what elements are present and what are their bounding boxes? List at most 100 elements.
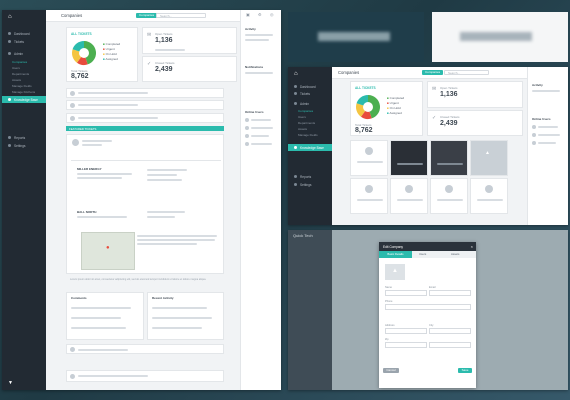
map-pin-icon: ●	[106, 245, 110, 251]
comments-card: Comments	[66, 292, 144, 340]
check-icon: ✓	[147, 61, 152, 67]
country-select[interactable]	[429, 342, 471, 348]
tab-basic-details[interactable]: Basic Details	[379, 251, 412, 258]
company-card[interactable]: ▲	[470, 140, 508, 176]
closed-tickets-card: ✓ Closed Tickets 2,439	[427, 110, 523, 136]
ticket-row[interactable]	[66, 113, 224, 123]
settings-icon	[8, 144, 11, 147]
ticket-icon: ✉	[147, 32, 152, 38]
tab-assets[interactable]: Assets	[451, 251, 459, 258]
company-card[interactable]	[470, 178, 508, 214]
calendar-icon[interactable]: ▣	[246, 13, 250, 17]
close-icon[interactable]: ×	[471, 244, 473, 249]
sidebar-item-dashboard[interactable]: Dashboard	[288, 83, 332, 90]
city-field[interactable]	[429, 328, 471, 334]
check-icon: ✓	[432, 115, 437, 121]
gear-icon[interactable]: ⚙	[258, 13, 262, 17]
ticket-row[interactable]	[66, 88, 224, 98]
sidebar-item-dashboard[interactable]: Dashboard	[2, 30, 46, 37]
company-title-2: BALL NORTH	[77, 210, 97, 214]
zip-field[interactable]	[385, 342, 427, 348]
cancel-button[interactable]: Cancel	[383, 368, 399, 373]
sidebar-item-knowledge-base[interactable]: Knowledge Base	[2, 96, 46, 103]
topbar: Companies Companies Search...	[332, 67, 528, 79]
admin-icon	[8, 52, 11, 55]
sidebar-sub-companies[interactable]: Companies	[12, 60, 27, 64]
topbar: Companies Companies Search...	[46, 10, 241, 22]
page-title: Companies	[61, 13, 83, 18]
sidebar: ⌂ Dashboard Tickets Admin Companies User…	[288, 67, 332, 225]
sidebar-sub-manage-fields[interactable]: Manage Fields	[12, 84, 32, 88]
reports-icon	[8, 136, 11, 139]
phone-field[interactable]	[385, 304, 471, 310]
blurred-tile	[432, 12, 568, 62]
sidebar-item-reports[interactable]: Reports	[2, 134, 46, 141]
sidebar-sub-manage-kitchens[interactable]: Manage Kitchens	[12, 90, 35, 94]
sidebar-item-admin[interactable]: Admin	[288, 100, 332, 107]
tab-users[interactable]: Users	[419, 251, 426, 258]
app-logo: ⌂	[8, 14, 12, 20]
sidebar-sub-assets[interactable]: Assets	[12, 78, 21, 82]
sidebar-item-admin[interactable]: Admin	[2, 50, 46, 57]
dashboard-icon	[8, 32, 11, 35]
ticket-row[interactable]	[66, 100, 224, 110]
company-card[interactable]	[390, 140, 428, 176]
blurred-tile	[288, 12, 424, 62]
name-field[interactable]	[385, 290, 427, 296]
company-card[interactable]: MILLER ENERGY BALL NORTH ●	[66, 134, 224, 274]
sidebar: Quick Tech	[288, 230, 332, 390]
tab-companies[interactable]: Companies	[422, 70, 444, 75]
company-card[interactable]	[390, 178, 428, 214]
featured-tickets-bar: FEATURED TICKETS	[66, 126, 224, 131]
pie-center	[79, 48, 89, 58]
avatar	[70, 103, 75, 108]
company-card[interactable]	[430, 140, 468, 176]
sidebar-sub-users[interactable]: Users	[12, 66, 20, 70]
closed-tickets-label: Closed Tickets	[155, 61, 175, 65]
book-icon	[8, 98, 11, 101]
open-tickets-label: Open Tickets	[155, 32, 173, 36]
sidebar-item-tickets[interactable]: Tickets	[2, 38, 46, 45]
save-button[interactable]: Save	[458, 368, 472, 373]
ticket-row[interactable]	[66, 344, 224, 354]
right-panel: Activity Online Users	[527, 67, 568, 225]
company-card[interactable]	[430, 178, 468, 214]
image-icon: ▲	[392, 268, 398, 274]
field-label: Address	[385, 324, 395, 327]
avatar	[72, 139, 79, 146]
ticket-icon: ✉	[432, 86, 437, 92]
sidebar-item-tickets[interactable]: Tickets	[288, 90, 332, 97]
all-tickets-card: ALL TICKETS ■ Completed ■ Urgent ■ On Ho…	[66, 27, 138, 82]
right-panel: ▣ ⚙ ◎ Activity Notifications Online User…	[240, 10, 281, 390]
sidebar-item-settings[interactable]: Settings	[2, 142, 46, 149]
ticket-row[interactable]	[66, 370, 224, 382]
company-card[interactable]	[350, 178, 388, 214]
bell-icon[interactable]: ◎	[270, 13, 274, 17]
open-tickets-card: ✉ Open Tickets 1,136	[142, 27, 237, 54]
recent-activity-card: Recent Activity	[147, 292, 224, 340]
pie-legend: ■ Completed ■ Urgent ■ On Hold ■ Assigne…	[387, 96, 405, 115]
company-note: Lorem ipsum dolor sit amet, consectetur …	[70, 278, 207, 281]
address-field[interactable]	[385, 328, 427, 334]
logo-placeholder[interactable]: ▲	[385, 264, 405, 280]
field-label: Name	[385, 286, 392, 289]
open-tickets-value: 1,136	[155, 37, 173, 44]
company-card[interactable]	[350, 140, 388, 176]
search-input[interactable]: Search...	[444, 70, 489, 75]
edit-company-modal: Edit Company × Basic Details Users Asset…	[379, 242, 476, 388]
modal-tabs: Basic Details Users Assets	[379, 251, 476, 258]
avatar	[70, 347, 75, 352]
app-logo: ⌂	[294, 71, 298, 77]
modal-window: Quick Tech Edit Company × Basic Details …	[288, 230, 568, 390]
field-label: City	[429, 324, 434, 327]
closed-tickets-value: 2,439	[155, 66, 173, 73]
search-input[interactable]: Search...	[156, 13, 206, 18]
sidebar-sub-departments[interactable]: Departments	[12, 72, 29, 76]
pie-legend: ■ Completed ■ Urgent ■ On Hold ■ Assigne…	[103, 42, 121, 61]
field-label: Phone	[385, 300, 393, 303]
tab-companies[interactable]: Companies	[136, 13, 158, 18]
map-image[interactable]: ●	[81, 232, 135, 270]
email-field[interactable]	[429, 290, 471, 296]
tickets-icon	[8, 40, 11, 43]
total-tickets-value: 8,762	[71, 73, 89, 80]
